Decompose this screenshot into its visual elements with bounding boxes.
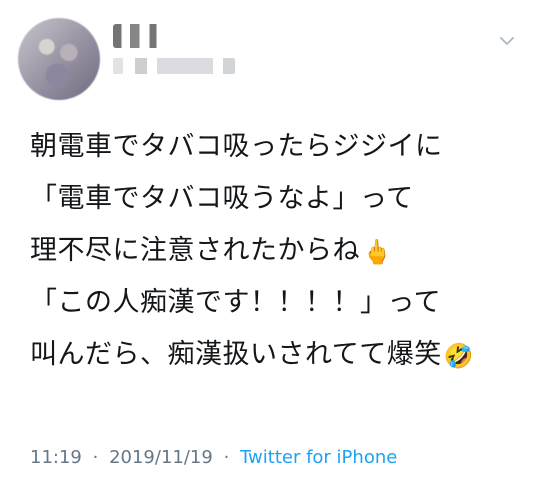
tweet-line-5: 叫んだら、痴漢扱いされてて爆笑🤣	[30, 329, 520, 381]
tweet-line-3-text: 理不尽に注意されたからね	[30, 235, 360, 266]
middle-finger-emoji: 🖕	[362, 237, 393, 266]
tweet-time: 11:19	[30, 447, 82, 468]
meta-separator-2: ·	[223, 447, 230, 468]
meta-separator: ·	[92, 447, 99, 468]
username-blurred[interactable]	[113, 58, 235, 74]
tweet-text: 朝電車でタバコ吸ったらジジイに 「電車でタバコ吸うなよ」って 理不尽に注意された…	[30, 121, 520, 381]
tweet-meta: 11:19 · 2019/11/19 · Twitter for iPhone	[30, 447, 397, 468]
rolling-laughing-emoji: 🤣	[443, 341, 475, 370]
chevron-down-icon[interactable]	[498, 32, 516, 50]
tweet-line-3: 理不尽に注意されたからね🖕	[30, 225, 520, 277]
tweet-date: 2019/11/19	[109, 447, 213, 468]
tweet-line-5-text: 叫んだら、痴漢扱いされてて爆笑	[30, 339, 442, 370]
tweet-line-4: 「この人痴漢です！！！！」って	[30, 287, 442, 318]
display-name-blurred[interactable]	[113, 24, 183, 48]
tweet-source-link[interactable]: Twitter for iPhone	[240, 447, 397, 468]
tweet-line-2: 「電車でタバコ吸うなよ」って	[30, 183, 414, 214]
tweet-card: 朝電車でタバコ吸ったらジジイに 「電車でタバコ吸うなよ」って 理不尽に注意された…	[0, 0, 538, 489]
tweet-line-1: 朝電車でタバコ吸ったらジジイに	[30, 131, 443, 162]
avatar[interactable]	[18, 18, 100, 100]
